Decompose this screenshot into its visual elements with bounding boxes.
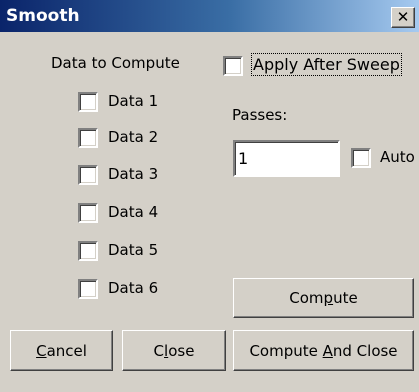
- window-title: Smooth: [6, 6, 80, 26]
- data-6-label: Data 6: [108, 279, 159, 297]
- cancel-button-label: Cancel: [36, 341, 87, 360]
- data-4-label: Data 4: [108, 203, 159, 221]
- compute-and-close-button[interactable]: Compute And Close: [233, 330, 414, 371]
- apply-after-sweep-label: Apply After Sweep: [251, 53, 402, 76]
- compute-and-close-button-label: Compute And Close: [249, 341, 398, 360]
- auto-checkbox[interactable]: [351, 148, 371, 168]
- close-button-label: Close: [153, 341, 195, 360]
- passes-label: Passes:: [232, 106, 288, 124]
- data-6-checkbox[interactable]: [78, 279, 98, 299]
- data-4-checkbox[interactable]: [78, 203, 98, 223]
- data-1-checkbox[interactable]: [78, 92, 98, 112]
- close-button[interactable]: Close: [122, 330, 226, 371]
- data-2-label: Data 2: [108, 128, 159, 146]
- data-3-checkbox[interactable]: [78, 165, 98, 185]
- auto-label: Auto: [380, 148, 415, 166]
- apply-after-sweep-checkbox[interactable]: [223, 56, 243, 76]
- compute-button-label: Compute: [289, 289, 358, 307]
- close-icon: ✕: [396, 8, 410, 26]
- data-1-label: Data 1: [108, 92, 159, 110]
- data-3-label: Data 3: [108, 165, 159, 183]
- close-window-button[interactable]: ✕: [391, 7, 415, 28]
- cancel-button[interactable]: Cancel: [10, 330, 113, 371]
- data-2-checkbox[interactable]: [78, 128, 98, 148]
- passes-input[interactable]: [233, 140, 340, 177]
- data-to-compute-heading: Data to Compute: [51, 54, 180, 72]
- data-5-label: Data 5: [108, 241, 159, 259]
- data-5-checkbox[interactable]: [78, 241, 98, 261]
- compute-button[interactable]: Compute: [233, 278, 414, 318]
- title-bar: Smooth ✕: [0, 0, 419, 32]
